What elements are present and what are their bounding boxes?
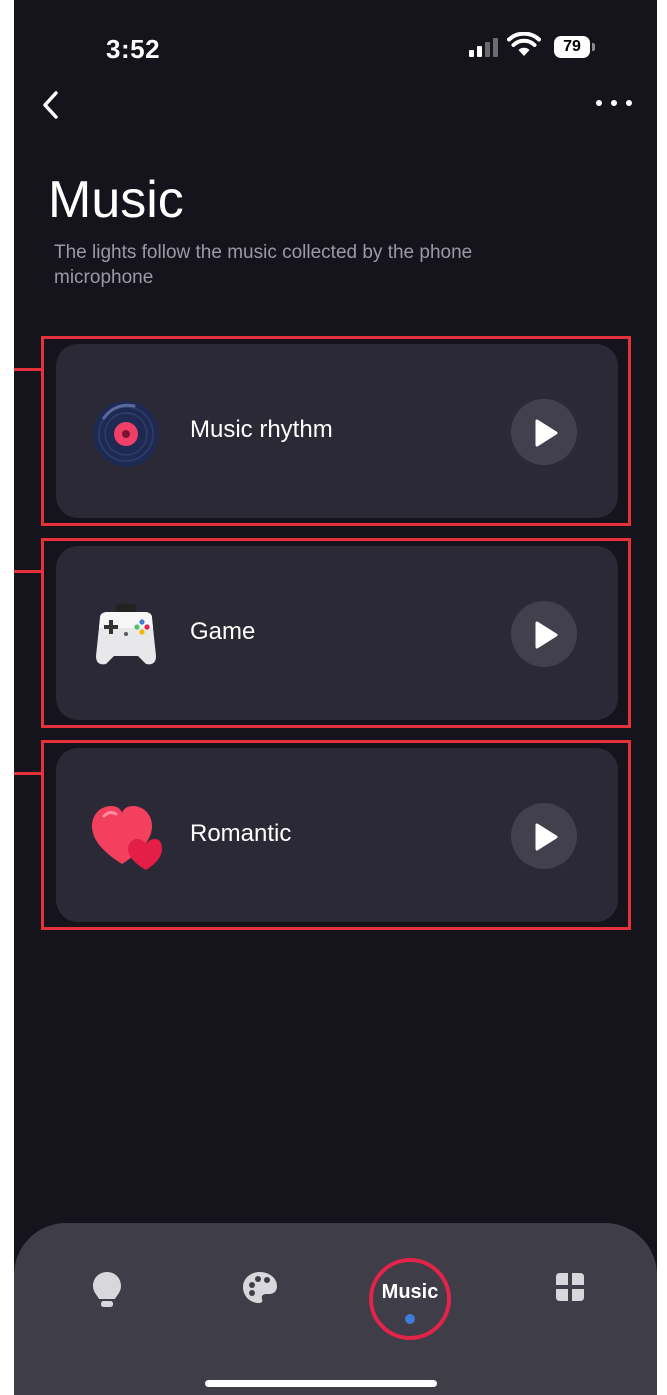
status-time: 3:52 xyxy=(106,34,161,64)
home-indicator[interactable] xyxy=(205,1380,437,1387)
more-options-icon[interactable] xyxy=(594,96,634,110)
tab-music[interactable]: Music xyxy=(369,1258,451,1340)
back-chevron-icon[interactable] xyxy=(36,88,66,122)
mode-label: Music rhythm xyxy=(190,416,333,443)
highlight-frame: Music rhythm xyxy=(14,336,631,526)
mode-card-music-rhythm[interactable]: Music rhythm xyxy=(56,344,618,518)
apps-grid-icon xyxy=(556,1273,584,1301)
play-button[interactable] xyxy=(511,399,577,465)
wifi-icon xyxy=(507,32,541,56)
mode-card-romantic[interactable]: Romantic xyxy=(56,748,618,922)
page-title: Music xyxy=(48,171,184,229)
battery-icon: 79 xyxy=(554,36,596,58)
gamepad-icon xyxy=(96,604,156,665)
cellular-signal-icon xyxy=(469,37,498,57)
battery-level: 79 xyxy=(554,36,590,58)
tab-light[interactable] xyxy=(82,1271,132,1321)
vinyl-record-icon xyxy=(93,401,159,467)
highlight-frame: Romantic xyxy=(14,740,631,930)
play-button[interactable] xyxy=(511,803,577,869)
play-icon xyxy=(535,823,558,851)
page-subtitle: The lights follow the music collected by… xyxy=(54,242,473,288)
tab-music-label: Music xyxy=(381,1281,439,1303)
palette-icon xyxy=(243,1272,277,1303)
play-button[interactable] xyxy=(511,601,577,667)
highlight-frame: Game xyxy=(14,538,631,728)
mode-label: Romantic xyxy=(190,820,292,847)
bottom-tab-bar: Music xyxy=(14,1223,657,1395)
hearts-icon xyxy=(92,806,162,870)
music-screen: 3:52 79 Music The lights follow the musi… xyxy=(14,0,657,1395)
lightbulb-icon xyxy=(93,1272,121,1307)
active-tab-dot xyxy=(405,1314,415,1324)
play-icon xyxy=(535,419,558,447)
play-icon xyxy=(535,621,558,649)
tab-color[interactable] xyxy=(235,1271,285,1321)
mode-card-game[interactable]: Game xyxy=(56,546,618,720)
tab-more[interactable] xyxy=(545,1271,595,1321)
mode-label: Game xyxy=(190,618,256,645)
